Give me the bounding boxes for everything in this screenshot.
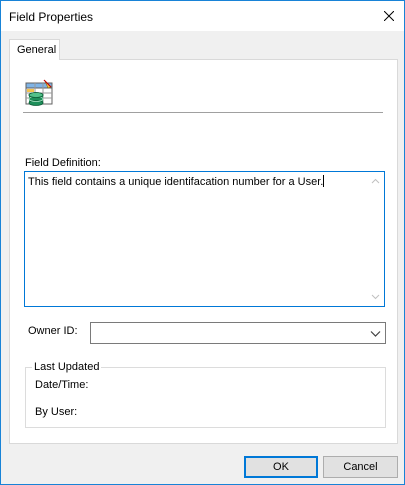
ok-button[interactable]: OK xyxy=(244,456,318,478)
scroll-down-icon[interactable] xyxy=(371,292,380,301)
field-definition-text: This field contains a unique identifacat… xyxy=(28,176,324,188)
last-updated-title: Last Updated xyxy=(32,361,102,373)
window-title: Field Properties xyxy=(9,10,94,24)
last-updated-group: Last Updated Date/Time: By User: xyxy=(25,361,386,428)
by-user-label: By User: xyxy=(35,406,78,418)
scroll-up-icon[interactable] xyxy=(371,177,380,186)
close-icon xyxy=(384,11,394,21)
owner-id-label: Owner ID: xyxy=(28,325,78,337)
text-caret xyxy=(323,175,325,187)
close-button[interactable] xyxy=(374,1,404,31)
general-tab-panel: Field Definition: This field contains a … xyxy=(9,59,398,444)
title-bar: Field Properties xyxy=(1,1,404,31)
cancel-button[interactable]: Cancel xyxy=(323,456,398,478)
owner-id-select[interactable] xyxy=(90,322,386,344)
field-definition-textarea[interactable]: This field contains a unique identifacat… xyxy=(24,171,385,307)
textarea-scrollbar[interactable] xyxy=(367,172,384,306)
tab-general-label: General xyxy=(17,44,57,56)
chevron-down-icon[interactable] xyxy=(370,329,381,338)
field-definition-label: Field Definition: xyxy=(25,157,101,169)
header-divider xyxy=(23,112,383,113)
tab-general[interactable]: General xyxy=(9,39,60,60)
date-time-label: Date/Time: xyxy=(35,379,89,391)
field-properties-dialog: Field Properties General Field Definitio… xyxy=(0,0,405,485)
table-database-icon xyxy=(25,79,53,106)
